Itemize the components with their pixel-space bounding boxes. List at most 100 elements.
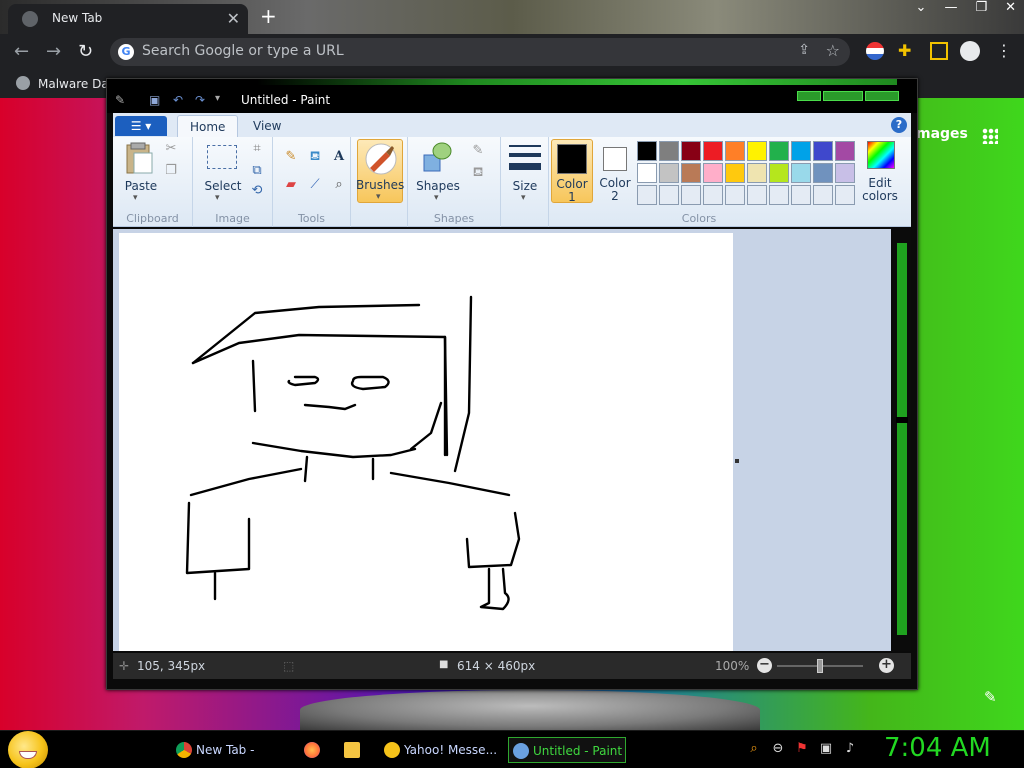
- brushes-button[interactable]: Brushes ▾: [356, 139, 404, 203]
- zoom-in-button[interactable]: +: [879, 658, 894, 673]
- apps-grid-icon[interactable]: [982, 128, 998, 144]
- palette-swatch[interactable]: [725, 185, 745, 205]
- palette-swatch[interactable]: [659, 163, 679, 183]
- scrollbar-thumb[interactable]: [897, 243, 907, 635]
- tab-home[interactable]: Home: [177, 115, 239, 137]
- task-yahoo-messenger[interactable]: Yahoo! Messe...: [380, 737, 498, 763]
- minimize-button[interactable]: —: [944, 0, 957, 15]
- zoom-out-button[interactable]: −: [757, 658, 772, 673]
- tray-flag-icon[interactable]: ⚑: [794, 741, 810, 757]
- palette-swatch[interactable]: [835, 163, 855, 183]
- palette-swatch[interactable]: [769, 141, 789, 161]
- profile-avatar-icon[interactable]: [960, 41, 980, 61]
- drawing-canvas[interactable]: [119, 233, 733, 651]
- side-panel-icon[interactable]: [930, 42, 948, 60]
- customize-pencil-icon[interactable]: ✎: [984, 688, 997, 706]
- palette-swatch[interactable]: [725, 141, 745, 161]
- palette-swatch[interactable]: [813, 163, 833, 183]
- resize-icon[interactable]: ⧉: [247, 161, 267, 181]
- size-label[interactable]: Size: [503, 179, 547, 193]
- paint-maximize-button[interactable]: [823, 91, 863, 101]
- palette-swatch[interactable]: [835, 141, 855, 161]
- save-icon[interactable]: ▣: [149, 93, 160, 107]
- volume-icon[interactable]: ♪: [842, 741, 858, 757]
- paint-close-button[interactable]: [865, 91, 899, 101]
- eraser-icon[interactable]: ▰: [281, 175, 301, 195]
- size-icon[interactable]: [509, 143, 541, 173]
- paint-app-icon[interactable]: ✎: [115, 93, 125, 107]
- tab-search-icon[interactable]: ⌄: [916, 0, 927, 15]
- palette-swatch[interactable]: [659, 141, 679, 161]
- bookmark-star-icon[interactable]: ☆: [826, 41, 840, 60]
- palette-swatch[interactable]: [725, 163, 745, 183]
- crop-icon[interactable]: ⌗: [247, 139, 267, 159]
- extensions-puzzle-icon[interactable]: ✚: [898, 42, 916, 60]
- undo-icon[interactable]: ↶: [173, 93, 183, 107]
- palette-swatch[interactable]: [637, 185, 657, 205]
- palette-swatch[interactable]: [791, 141, 811, 161]
- back-arrow-icon[interactable]: ←: [14, 41, 29, 62]
- palette-swatch[interactable]: [681, 141, 701, 161]
- palette-swatch[interactable]: [659, 185, 679, 205]
- text-tool-icon[interactable]: A: [329, 147, 349, 167]
- select-icon[interactable]: [207, 145, 237, 169]
- zoom-slider[interactable]: [777, 659, 863, 673]
- browser-tab-new-tab[interactable]: New Tab ✕: [8, 4, 248, 34]
- help-icon[interactable]: ?: [891, 117, 907, 133]
- palette-swatch[interactable]: [747, 185, 767, 205]
- copy-icon[interactable]: ❐: [161, 161, 181, 181]
- vertical-scrollbar[interactable]: [893, 229, 911, 651]
- shapes-label[interactable]: Shapes: [416, 179, 460, 193]
- fill-bucket-icon[interactable]: ⛾: [305, 147, 325, 167]
- rotate-icon[interactable]: ⟲: [247, 181, 267, 201]
- edit-colors-icon[interactable]: [867, 141, 895, 169]
- color1-button[interactable]: Color 1: [551, 139, 593, 204]
- palette-swatch[interactable]: [681, 163, 701, 183]
- images-link[interactable]: mages: [916, 126, 968, 142]
- paste-label[interactable]: Paste: [121, 179, 161, 193]
- tab-close-icon[interactable]: ✕: [227, 9, 240, 28]
- clock[interactable]: 7:04 AM: [884, 733, 991, 763]
- task-firefox[interactable]: [300, 737, 328, 763]
- palette-swatch[interactable]: [769, 163, 789, 183]
- outline-icon[interactable]: ✎: [468, 141, 488, 161]
- palette-swatch[interactable]: [703, 185, 723, 205]
- shapes-icon[interactable]: [422, 141, 452, 175]
- color-picker-icon[interactable]: ⟋: [305, 175, 325, 195]
- palette-swatch[interactable]: [791, 163, 811, 183]
- color2-label[interactable]: Color 2: [595, 177, 635, 203]
- palette-swatch[interactable]: [747, 141, 767, 161]
- restore-button[interactable]: ❐: [975, 0, 987, 15]
- new-tab-button[interactable]: +: [260, 4, 277, 28]
- file-menu-button[interactable]: ☰ ▾: [115, 116, 167, 136]
- palette-swatch[interactable]: [769, 185, 789, 205]
- omnibox[interactable]: G Search Google or type a URL ⇪ ☆: [110, 38, 850, 66]
- fill-icon[interactable]: ⛾: [468, 163, 488, 183]
- magnifier-icon[interactable]: ⌕: [329, 175, 349, 195]
- task-chrome[interactable]: New Tab - Goo...: [172, 737, 290, 763]
- palette-swatch[interactable]: [791, 185, 811, 205]
- canvas-resize-handle[interactable]: [735, 459, 739, 463]
- paste-icon[interactable]: [125, 141, 155, 175]
- palette-swatch[interactable]: [703, 163, 723, 183]
- palette-swatch[interactable]: [681, 185, 701, 205]
- palette-swatch[interactable]: [747, 163, 767, 183]
- network-icon[interactable]: ▣: [818, 741, 834, 757]
- customize-qat-icon[interactable]: ▾: [215, 93, 220, 104]
- extension-flag-icon[interactable]: [866, 42, 884, 60]
- task-explorer[interactable]: [340, 737, 368, 763]
- tab-view[interactable]: View: [241, 115, 293, 137]
- color2-swatch[interactable]: [603, 147, 627, 171]
- edit-colors-label[interactable]: Edit colors: [855, 177, 905, 203]
- select-label[interactable]: Select: [201, 179, 245, 193]
- close-button[interactable]: ✕: [1005, 0, 1016, 15]
- cut-icon[interactable]: ✂: [161, 139, 181, 159]
- zoom-slider-knob[interactable]: [817, 659, 823, 673]
- pencil-icon[interactable]: ✎: [281, 147, 301, 167]
- share-icon[interactable]: ⇪: [798, 42, 810, 58]
- palette-swatch[interactable]: [813, 141, 833, 161]
- tray-minus-icon[interactable]: ⊖: [770, 741, 786, 757]
- palette-swatch[interactable]: [637, 141, 657, 161]
- palette-swatch[interactable]: [703, 141, 723, 161]
- forward-arrow-icon[interactable]: →: [46, 41, 61, 62]
